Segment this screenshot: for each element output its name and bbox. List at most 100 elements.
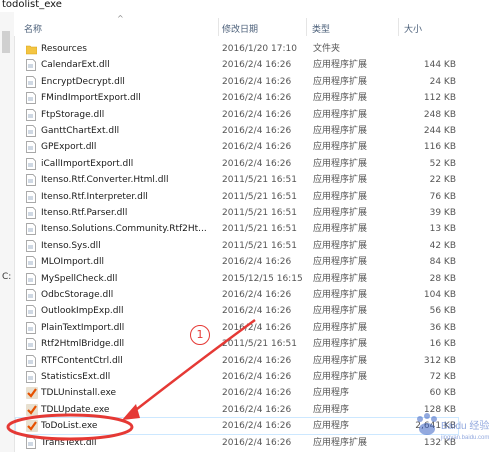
file-row[interactable]: GPExport.dll 2016/2/4 16:26 应用程序扩展 116 KB bbox=[16, 139, 458, 155]
file-name: Resources bbox=[41, 44, 87, 54]
file-name: Rtf2HtmlBridge.dll bbox=[41, 339, 125, 350]
step-number-badge: 1 bbox=[190, 325, 210, 345]
baidu-paw-logo-icon: Baidu 经验 jingyan.baidu.com bbox=[417, 413, 489, 441]
file-row[interactable]: FMindImportExport.dll 2016/2/4 16:26 应用程序扩… bbox=[16, 90, 458, 106]
file-name: ToDoList.exe bbox=[41, 421, 98, 432]
file-modified-date: 2011/5/21 16:51 bbox=[222, 191, 297, 202]
file-type: 应用程序扩展 bbox=[313, 60, 368, 71]
dll-file-icon bbox=[26, 305, 36, 318]
file-size: 16 KB bbox=[429, 339, 456, 350]
navigation-pane[interactable]: C: bbox=[0, 12, 15, 452]
file-size: 28 KB bbox=[429, 273, 456, 284]
file-row[interactable]: TransText.dll 2016/2/4 16:26 应用程序扩展 132 KB bbox=[16, 435, 458, 451]
file-row[interactable]: TDLUpdate.exe 2016/2/4 16:26 应用程序 128 KB bbox=[16, 402, 458, 418]
file-row[interactable]: iCallImportExport.dll 2016/2/4 16:26 应用程序扩… bbox=[16, 156, 458, 172]
file-modified-date: 2016/2/4 16:26 bbox=[222, 388, 292, 399]
file-type: 应用程序扩展 bbox=[313, 175, 368, 186]
folder-icon bbox=[25, 43, 38, 55]
file-type: 应用程序扩展 bbox=[313, 109, 368, 120]
file-type: 应用程序扩展 bbox=[313, 126, 368, 136]
navigation-selected-item[interactable] bbox=[2, 31, 10, 53]
column-header-name[interactable]: 名称 bbox=[24, 22, 42, 35]
file-row[interactable]: TDLUninstall.exe 2016/2/4 16:26 应用程序 60 KB bbox=[16, 385, 458, 401]
file-row[interactable]: Itenso.Rtf.Converter.Html.dll 2011/5/21 1… bbox=[16, 172, 458, 188]
dll-file-icon bbox=[26, 436, 36, 449]
column-header-date[interactable]: 修改日期 bbox=[222, 22, 258, 35]
file-size: 60 KB bbox=[429, 388, 456, 399]
column-header-size[interactable]: 大小 bbox=[404, 22, 422, 35]
file-row[interactable]: OdbcStorage.dll 2016/2/4 16:26 应用程序扩展 104 K… bbox=[16, 287, 458, 303]
file-size: 39 KB bbox=[429, 208, 456, 218]
file-size: 244 KB bbox=[423, 126, 456, 136]
file-modified-date: 2011/5/21 16:51 bbox=[222, 224, 297, 235]
file-row[interactable]: Rtf2HtmlBridge.dll 2011/5/21 16:51 应用程序扩展 1… bbox=[16, 336, 458, 352]
dll-file-icon bbox=[26, 338, 36, 351]
file-row[interactable]: FtpStorage.dll 2016/2/4 16:26 应用程序扩展 248 KB bbox=[16, 107, 458, 123]
file-modified-date: 2016/2/4 16:26 bbox=[222, 306, 292, 317]
file-type: 应用程序扩展 bbox=[313, 142, 368, 153]
file-row[interactable]: Itenso.Rtf.Parser.dll 2011/5/21 16:51 应用程序… bbox=[16, 205, 458, 221]
file-type: 应用程序扩展 bbox=[313, 224, 368, 235]
file-size: 84 KB bbox=[429, 257, 456, 268]
file-type: 应用程序扩展 bbox=[313, 322, 368, 333]
file-modified-date: 2016/2/4 16:26 bbox=[222, 372, 292, 382]
file-modified-date: 2011/5/21 16:51 bbox=[222, 240, 297, 251]
file-row[interactable]: Itenso.Solutions.Community.Rtf2Ht... 2011… bbox=[16, 221, 458, 237]
file-row[interactable]: Itenso.Sys.dll 2011/5/21 16:51 应用程序扩展 42 KB bbox=[16, 238, 458, 254]
file-row[interactable]: MLOImport.dll 2016/2/4 16:26 应用程序扩展 84 KB bbox=[16, 254, 458, 270]
file-name: TDLUpdate.exe bbox=[41, 404, 110, 415]
file-row[interactable]: GanttChartExt.dll 2016/2/4 16:26 应用程序扩展 244… bbox=[16, 123, 458, 139]
file-type: 应用程序扩展 bbox=[313, 372, 368, 382]
file-size: 76 KB bbox=[429, 191, 456, 202]
file-size: 36 KB bbox=[429, 322, 456, 333]
file-type: 应用程序扩展 bbox=[313, 437, 368, 448]
file-name: StatisticsExt.dll bbox=[41, 372, 111, 382]
file-row[interactable]: Resources 2016/1/20 17:10 文件夹 bbox=[16, 41, 458, 57]
todolist-app-icon bbox=[26, 403, 38, 416]
dll-file-icon bbox=[26, 239, 36, 252]
dll-file-icon bbox=[26, 75, 36, 88]
file-size: 13 KB bbox=[429, 224, 456, 235]
dll-file-icon bbox=[26, 223, 36, 236]
dll-file-icon bbox=[26, 354, 36, 367]
file-size: 248 KB bbox=[423, 109, 456, 120]
file-modified-date: 2016/2/4 16:26 bbox=[222, 60, 292, 71]
file-name: GPExport.dll bbox=[41, 142, 97, 153]
column-divider bbox=[306, 18, 307, 36]
dll-file-icon bbox=[26, 125, 36, 137]
dll-file-icon bbox=[26, 256, 36, 269]
file-size: 56 KB bbox=[429, 306, 456, 317]
file-name: OdbcStorage.dll bbox=[41, 290, 114, 300]
file-type: 应用程序扩展 bbox=[313, 306, 368, 317]
file-row[interactable]: RTFContentCtrl.dll 2016/2/4 16:26 应用程序扩展 31… bbox=[16, 353, 458, 369]
file-row[interactable]: CalendarExt.dll 2016/2/4 16:26 应用程序扩展 144 K… bbox=[16, 57, 458, 73]
navigation-drive-label[interactable]: C: bbox=[2, 272, 11, 282]
file-size: 52 KB bbox=[429, 158, 456, 169]
file-row[interactable]: PlainTextImport.dll 2016/2/4 16:26 应用程序扩展 3… bbox=[16, 320, 458, 336]
file-size: 104 KB bbox=[423, 290, 456, 300]
column-header-type[interactable]: 类型 bbox=[312, 22, 330, 35]
dll-file-icon bbox=[26, 207, 36, 219]
file-row[interactable]: MySpellCheck.dll 2015/12/15 16:15 应用程序扩展 28… bbox=[16, 271, 458, 287]
file-modified-date: 2016/2/4 16:26 bbox=[222, 76, 292, 87]
file-name: Itenso.Rtf.Converter.Html.dll bbox=[41, 175, 169, 186]
file-name: FMindImportExport.dll bbox=[41, 93, 141, 104]
file-name: CalendarExt.dll bbox=[41, 60, 110, 71]
file-type: 应用程序扩展 bbox=[313, 208, 368, 218]
file-row[interactable]: Itenso.Rtf.Interpreter.dll 2011/5/21 16:5… bbox=[16, 189, 458, 205]
file-row[interactable]: EncryptDecrypt.dll 2016/2/4 16:26 应用程序扩展 24… bbox=[16, 74, 458, 90]
file-name: Itenso.Rtf.Parser.dll bbox=[41, 208, 128, 218]
file-size: 24 KB bbox=[429, 76, 456, 87]
file-row[interactable]: StatisticsExt.dll 2016/2/4 16:26 应用程序扩展 72 … bbox=[16, 369, 458, 385]
file-modified-date: 2016/1/20 17:10 bbox=[222, 44, 297, 54]
file-type: 应用程序 bbox=[313, 404, 350, 415]
file-row[interactable]: ToDoList.exe 2016/2/4 16:26 应用程序 2,641 KB bbox=[15, 417, 459, 436]
dll-file-icon bbox=[26, 190, 36, 203]
dll-file-icon bbox=[26, 272, 36, 285]
file-row[interactable]: OutlookImpExp.dll 2016/2/4 16:26 应用程序扩展 56 … bbox=[16, 303, 458, 319]
file-type: 应用程序扩展 bbox=[313, 158, 368, 169]
file-type: 应用程序扩展 bbox=[313, 93, 368, 104]
file-modified-date: 2016/2/4 16:26 bbox=[222, 142, 292, 153]
column-divider bbox=[218, 18, 219, 36]
file-name: Itenso.Sys.dll bbox=[41, 240, 101, 251]
